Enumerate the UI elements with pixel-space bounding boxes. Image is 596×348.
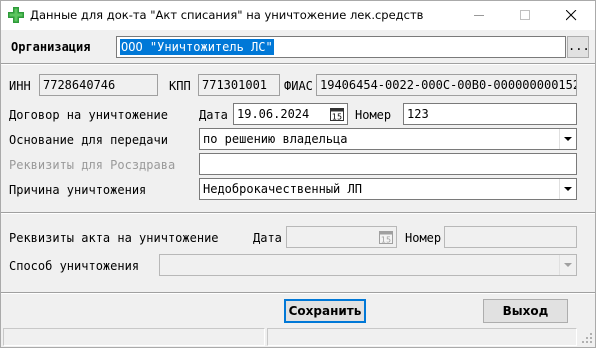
kpp-label: КПП — [169, 79, 191, 93]
svg-text:15: 15 — [332, 113, 342, 122]
act-number-field — [444, 226, 577, 248]
basis-value: по решению владельца — [203, 132, 348, 146]
reason-select[interactable]: Недоброкачественный ЛП — [199, 178, 577, 200]
reason-label: Причина уничтожения — [9, 183, 147, 197]
contract-date-value: 19.06.2024 — [237, 107, 310, 121]
status-bar — [1, 326, 595, 347]
separator-bottom — [1, 292, 595, 294]
fias-field: 19406454-0022-000C-00B0-000000000152 — [316, 74, 577, 96]
act-number-label: Номер — [405, 231, 442, 245]
contract-number-label: Номер — [355, 108, 392, 122]
chevron-down-icon — [559, 255, 576, 275]
act-label: Реквизиты акта на уничтожение — [9, 231, 219, 245]
basis-label: Основание для передачи — [9, 133, 168, 147]
separator-middle — [1, 212, 595, 214]
contract-date-field[interactable]: 19.06.2024 15 — [233, 103, 348, 125]
act-date-field: 15 — [286, 226, 397, 248]
minimize-button[interactable] — [457, 1, 503, 30]
act-date-label: Дата — [253, 231, 282, 245]
org-value: ООО "Уничтожитель ЛС" — [120, 39, 274, 55]
method-label: Способ уничтожения — [9, 259, 140, 273]
calendar-icon[interactable]: 15 — [329, 106, 345, 122]
inn-label: ИНН — [9, 79, 31, 93]
contract-date-label: Дата — [199, 108, 228, 122]
svg-text:15: 15 — [381, 236, 391, 245]
maximize-icon — [520, 10, 530, 20]
app-cross-icon — [8, 7, 24, 23]
calendar-icon: 15 — [379, 231, 393, 245]
minimize-icon — [474, 15, 484, 16]
title-bar[interactable]: Данные для док-та "Акт списания" на унич… — [1, 1, 595, 30]
contract-number-field[interactable]: 123 — [403, 103, 577, 125]
org-field[interactable]: ООО "Уничтожитель ЛС" — [116, 36, 566, 58]
contract-label: Договор на уничтожение — [9, 108, 168, 122]
basis-select[interactable]: по решению владельца — [199, 128, 577, 150]
dialog-window: Данные для док-та "Акт списания" на унич… — [0, 0, 596, 348]
fias-label: ФИАС — [284, 79, 313, 93]
chevron-down-icon[interactable] — [559, 179, 576, 199]
close-button[interactable] — [549, 1, 595, 30]
exit-button[interactable]: Выход — [483, 299, 568, 323]
save-button[interactable]: Сохранить — [284, 299, 366, 323]
reason-value: Недоброкачественный ЛП — [203, 182, 362, 196]
status-cell-2 — [267, 328, 577, 346]
separator-top — [1, 63, 595, 65]
kpp-field: 771301001 — [198, 74, 280, 96]
resize-grip-icon[interactable] — [581, 332, 593, 344]
close-icon — [566, 10, 577, 21]
chevron-down-icon[interactable] — [559, 129, 576, 149]
roszdrav-field[interactable] — [199, 153, 577, 175]
roszdrav-label: Реквизиты для Росздрава — [9, 158, 176, 172]
maximize-button[interactable] — [503, 1, 549, 30]
org-label: Организация — [11, 40, 91, 54]
inn-field: 7728640746 — [39, 74, 158, 96]
method-select — [159, 254, 577, 276]
org-browse-button[interactable]: ... — [567, 36, 590, 58]
window-title: Данные для док-та "Акт списания" на унич… — [30, 8, 424, 22]
status-cell-1 — [3, 328, 265, 346]
